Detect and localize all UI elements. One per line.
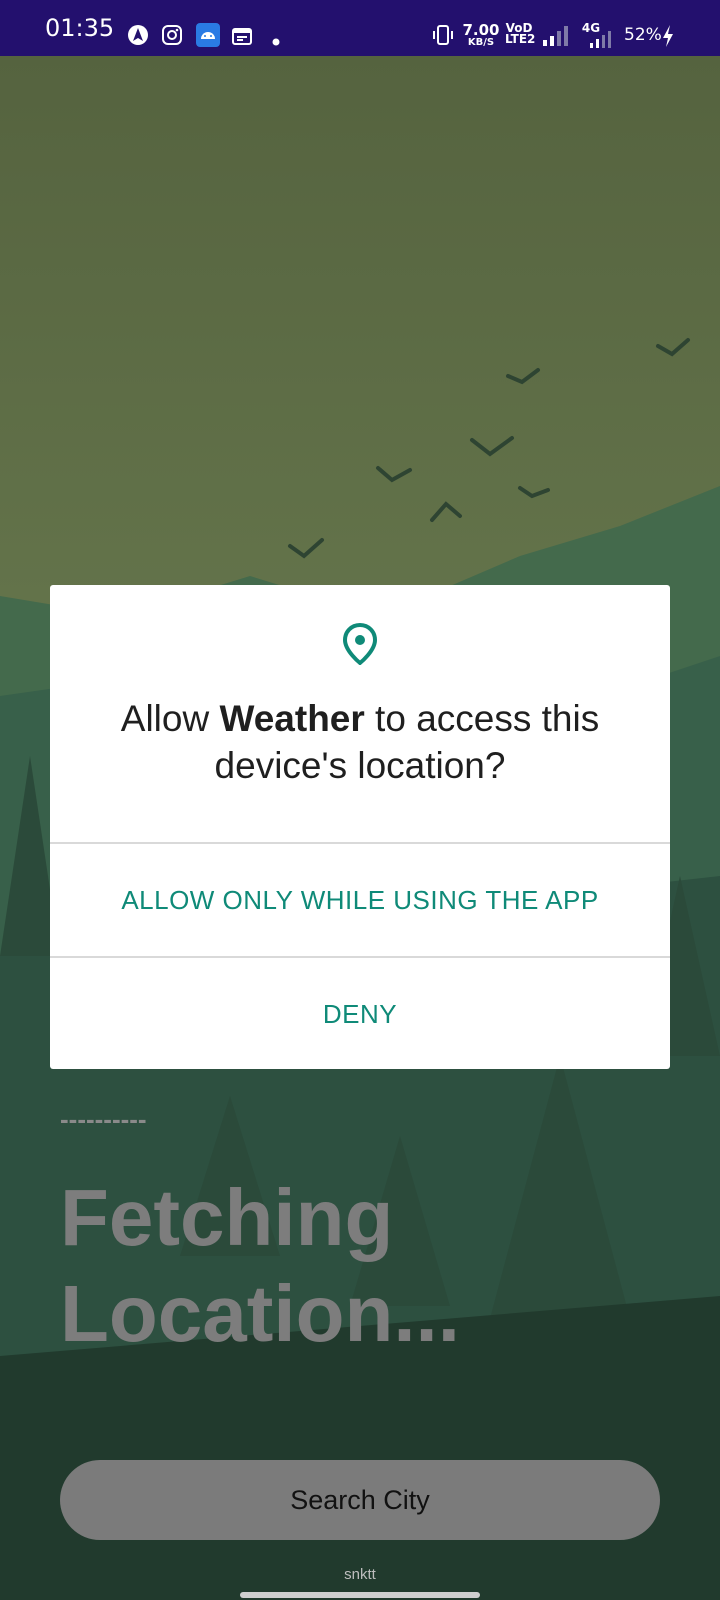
status-time: 01:35 bbox=[45, 14, 115, 42]
status-bar: 01:35 7.00 KB/S VoD LTE2 4G 52% bbox=[0, 0, 720, 56]
search-city-button[interactable]: Search City bbox=[60, 1460, 660, 1540]
location-pin-icon bbox=[342, 622, 378, 666]
volte-indicator: VoD LTE2 bbox=[505, 21, 536, 46]
signal-4g-icon bbox=[588, 27, 614, 51]
net-speed: 7.00 KB/S bbox=[462, 21, 500, 49]
divider-dashes: ---------- bbox=[60, 1104, 147, 1134]
app-name: Weather bbox=[219, 698, 365, 739]
vibrate-icon bbox=[430, 23, 456, 47]
location-status: Fetching Location... bbox=[60, 1170, 460, 1362]
location-permission-dialog: Allow Weather to access this device's lo… bbox=[50, 585, 670, 1069]
dot-icon bbox=[272, 30, 280, 54]
android-app-icon bbox=[196, 23, 220, 47]
signal-icon bbox=[541, 24, 569, 48]
autopilot-icon bbox=[126, 23, 150, 47]
credit-text: snktt bbox=[344, 1566, 376, 1583]
calendar-icon bbox=[231, 24, 253, 48]
deny-button[interactable]: DENY bbox=[50, 958, 670, 1070]
dialog-message: Allow Weather to access this device's lo… bbox=[70, 695, 650, 789]
battery-percent: 52% bbox=[624, 25, 662, 45]
message-prefix: Allow bbox=[120, 698, 220, 739]
home-indicator[interactable] bbox=[240, 1592, 480, 1598]
charging-icon bbox=[660, 24, 676, 48]
instagram-icon bbox=[160, 23, 184, 47]
location-status-line1: Fetching bbox=[60, 1173, 394, 1262]
location-status-line2: Location... bbox=[60, 1269, 460, 1358]
allow-while-using-button[interactable]: ALLOW ONLY WHILE USING THE APP bbox=[50, 844, 670, 956]
